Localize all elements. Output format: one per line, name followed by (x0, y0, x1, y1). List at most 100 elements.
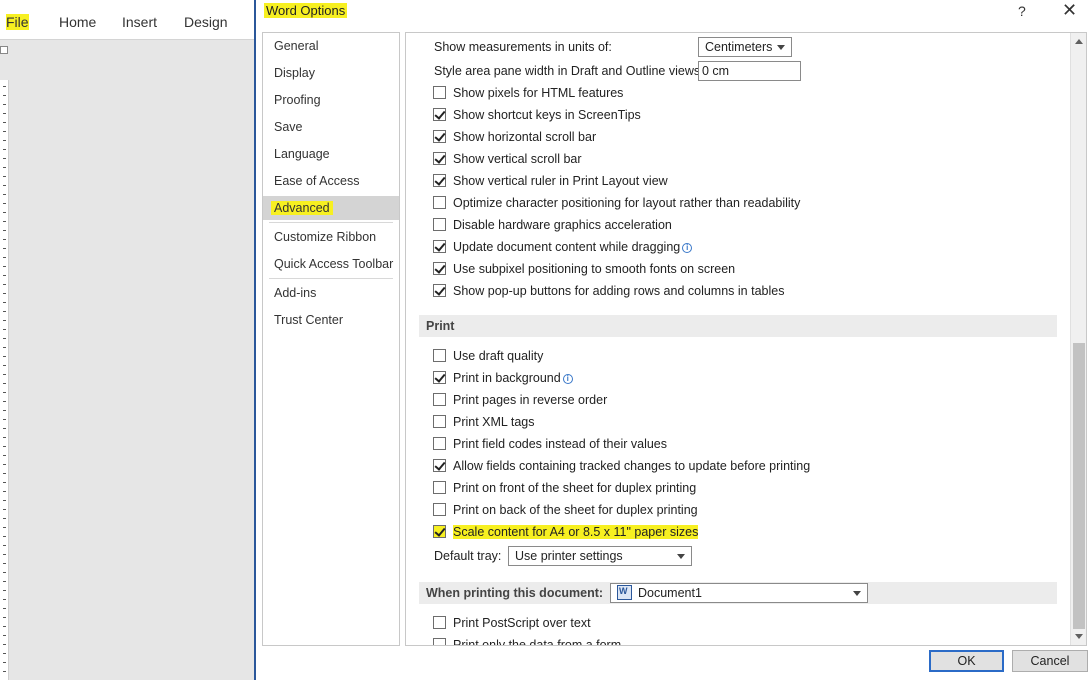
ruler-tick (3, 563, 6, 564)
default-tray-label: Default tray: (434, 549, 502, 563)
scroll-up-icon[interactable] (1072, 35, 1086, 49)
ruler-tick (3, 212, 6, 213)
checkbox-row[interactable]: Use subpixel positioning to smooth fonts… (433, 259, 735, 279)
units-select[interactable]: Centimeters (698, 37, 792, 57)
checkbox[interactable] (433, 174, 446, 187)
style-area-input[interactable]: 0 cm (698, 61, 801, 81)
vertical-scrollbar[interactable] (1070, 33, 1086, 645)
checkbox[interactable] (433, 616, 446, 629)
checkbox[interactable] (433, 638, 446, 645)
checkbox[interactable] (433, 262, 446, 275)
checkbox-row[interactable]: Print on back of the sheet for duplex pr… (433, 500, 698, 520)
checkbox[interactable] (433, 503, 446, 516)
nav-quick-access-toolbar[interactable]: Quick Access Toolbar (263, 252, 399, 276)
checkbox[interactable] (433, 240, 446, 253)
nav-customize-ribbon[interactable]: Customize Ribbon (263, 225, 399, 249)
checkbox-row[interactable]: Show vertical scroll bar (433, 149, 582, 169)
checkbox-row[interactable]: Print in background i (433, 368, 573, 388)
tab-home[interactable]: Home (59, 14, 96, 30)
checkbox-row[interactable]: Use draft quality (433, 346, 543, 366)
close-icon[interactable]: ✕ (1062, 0, 1077, 21)
checkbox[interactable] (433, 437, 446, 450)
tab-file[interactable]: File (6, 14, 29, 30)
ruler-tick (3, 671, 6, 672)
info-icon[interactable]: i (562, 374, 573, 384)
ruler-tick (3, 329, 6, 330)
checkbox-label: Disable hardware graphics acceleration (453, 218, 672, 232)
ruler-tick (3, 527, 6, 528)
checkbox[interactable] (433, 393, 446, 406)
checkbox-label: Use subpixel positioning to smooth fonts… (453, 262, 736, 276)
checkbox-row[interactable]: Show horizontal scroll bar (433, 127, 596, 147)
word-background-window: File Home Insert Design (0, 0, 256, 680)
checkbox[interactable] (433, 218, 446, 231)
ruler-tick (3, 122, 6, 123)
checkbox-row[interactable]: Optimize character positioning for layou… (433, 193, 800, 213)
checkbox-row[interactable]: Print PostScript over text (433, 613, 591, 633)
checkbox-row[interactable]: Print XML tags (433, 412, 535, 432)
nav-ease-of-access[interactable]: Ease of Access (263, 169, 399, 193)
checkbox-row[interactable]: Show vertical ruler in Print Layout view (433, 171, 668, 191)
info-icon[interactable]: i (682, 243, 693, 253)
ok-button[interactable]: OK (929, 650, 1004, 672)
checkbox[interactable] (433, 371, 446, 384)
nav-advanced[interactable]: Advanced (263, 196, 399, 220)
scroll-down-icon[interactable] (1072, 629, 1086, 643)
checkbox-row[interactable]: Print field codes instead of their value… (433, 434, 667, 454)
checkbox[interactable] (433, 459, 446, 472)
ruler-tick (3, 203, 6, 204)
checkbox[interactable] (433, 108, 446, 121)
nav-general[interactable]: General (263, 34, 399, 58)
checkbox-label: Print XML tags (453, 415, 535, 429)
checkbox[interactable] (433, 525, 446, 538)
checkbox-label: Show vertical ruler in Print Layout view (453, 174, 668, 188)
nav-label: General (274, 39, 319, 53)
ruler-tick (3, 572, 6, 573)
checkbox-row-scale-content[interactable]: Scale content for A4 or 8.5 x 11" paper … (427, 522, 699, 542)
checkbox[interactable] (433, 152, 446, 165)
checkbox-row[interactable]: Disable hardware graphics acceleration (433, 215, 672, 235)
document-select[interactable]: Document1 (610, 583, 868, 603)
ruler-tick (3, 158, 6, 159)
tab-insert[interactable]: Insert (122, 14, 157, 30)
checkbox[interactable] (433, 284, 446, 297)
nav-label: Quick Access Toolbar (274, 257, 394, 271)
nav-display[interactable]: Display (263, 61, 399, 85)
checkbox[interactable] (433, 415, 446, 428)
scrollbar-thumb[interactable] (1073, 343, 1085, 629)
checkbox[interactable] (433, 130, 446, 143)
ruler-tick (3, 185, 6, 186)
checkbox[interactable] (433, 481, 446, 494)
checkbox[interactable] (433, 349, 446, 362)
nav-proofing[interactable]: Proofing (263, 88, 399, 112)
nav-save[interactable]: Save (263, 115, 399, 139)
cancel-button[interactable]: Cancel (1012, 650, 1088, 672)
vertical-ruler (0, 80, 9, 680)
nav-language[interactable]: Language (263, 142, 399, 166)
nav-trust-center[interactable]: Trust Center (263, 308, 399, 332)
checkbox-row[interactable]: Show pop-up buttons for adding rows and … (433, 281, 784, 301)
checkbox-label: Print in background (453, 371, 561, 385)
ruler-tick (3, 500, 6, 501)
ruler-tick (3, 266, 6, 267)
tab-design[interactable]: Design (184, 14, 228, 30)
checkbox-row[interactable]: Show pixels for HTML features (433, 83, 623, 103)
ruler-tick (3, 311, 6, 312)
ruler-tick (3, 257, 6, 258)
ruler-tick (3, 275, 6, 276)
checkbox-row[interactable]: Print on front of the sheet for duplex p… (433, 478, 696, 498)
ruler-tick (3, 455, 6, 456)
nav-add-ins[interactable]: Add-ins (263, 281, 399, 305)
help-button[interactable]: ? (1018, 3, 1026, 19)
checkbox-row[interactable]: Print pages in reverse order (433, 390, 607, 410)
checkbox[interactable] (433, 86, 446, 99)
checkbox-row[interactable]: Print only the data from a form (433, 635, 621, 645)
checkbox[interactable] (433, 196, 446, 209)
word-document-icon (617, 585, 632, 600)
ruler-tick (3, 194, 6, 195)
checkbox-row[interactable]: Allow fields containing tracked changes … (433, 456, 810, 476)
checkbox-row[interactable]: Show shortcut keys in ScreenTips (433, 105, 641, 125)
ruler-tick (3, 464, 6, 465)
checkbox-row[interactable]: Update document content while dragging i (433, 237, 693, 257)
default-tray-select[interactable]: Use printer settings (508, 546, 692, 566)
